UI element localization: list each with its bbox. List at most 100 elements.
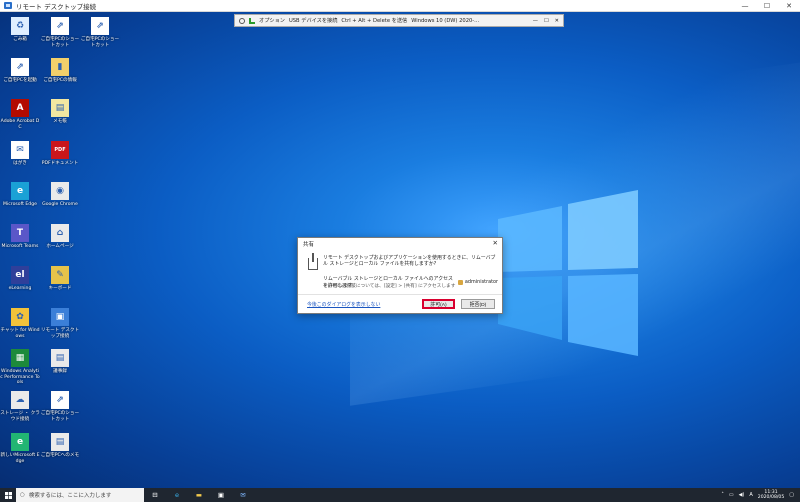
dialog-separator <box>298 294 502 295</box>
start-button[interactable] <box>0 488 16 502</box>
dialog-title: 共有 <box>303 241 315 248</box>
connection-signal-icon[interactable] <box>249 17 255 24</box>
cloud-icon: ☁ <box>11 391 29 409</box>
windows-start-icon <box>4 491 12 499</box>
dont-show-again-link[interactable]: 今後このダイアログを表示しない <box>307 301 380 308</box>
deny-button[interactable]: 拒否(D) <box>461 299 495 309</box>
desktop-icon-folder[interactable]: ▮ ご自宅PCの情報 <box>40 58 80 84</box>
desktop-icon-shortcut-b[interactable]: ⇗ ご自宅PCのショートカット <box>80 17 120 48</box>
edge-taskbar-icon[interactable]: e <box>166 488 188 502</box>
ctrl-alt-delete-button[interactable]: Ctrl + Alt + Delete を送信 <box>341 17 407 24</box>
desktop-icon-home[interactable]: ⌂ ホームページ <box>40 224 80 250</box>
rdp-minimize-button[interactable]: — <box>533 18 538 24</box>
mail-icon[interactable]: ✉ <box>232 488 254 502</box>
desktop-icon-memo[interactable]: ▤ メモ帳 <box>40 99 80 125</box>
memo-icon: ▤ <box>51 99 69 117</box>
minimize-button[interactable]: — <box>734 0 756 12</box>
options-menu[interactable]: オプション <box>259 17 285 24</box>
dialog-main-text: リモート デスクトップおよびアプリケーションを使用するときに、リムーバブル スト… <box>323 255 496 268</box>
shortcut-b-icon: ⇗ <box>91 17 109 35</box>
folder-icon: ▮ <box>51 58 69 76</box>
notification-icon[interactable]: ▢ <box>789 492 794 498</box>
desktop-icon-pc[interactable]: ▣ リモート デスクトップ接続 <box>40 308 80 339</box>
perf-icon: ▦ <box>11 349 29 367</box>
desktop-icon-label: 議事録 <box>53 369 67 374</box>
recycle-icon: ♻ <box>11 17 29 35</box>
edge-icon: e <box>11 182 29 200</box>
desktop-icon-label: ご自宅PCのショートカット <box>80 37 120 48</box>
search-icon: ○ <box>20 492 25 498</box>
desktop-icon-note[interactable]: ▤ 議事録 <box>40 349 80 375</box>
desktop-icon-doc[interactable]: ▤ ご自宅PCへのメモ <box>40 433 80 459</box>
desktop-icon-label: はがき <box>13 161 27 166</box>
pin-icon[interactable] <box>239 17 245 24</box>
desktop-icon-pdf[interactable]: PDF PDFドキュメント <box>40 141 80 167</box>
share-dialog[interactable]: 共有 ✕ リモート デスクトップおよびアプリケーションを使用するときに、リムーバ… <box>297 237 503 314</box>
desktop-icon-cloud[interactable]: ☁ ストレージ ・ クラウド接続 <box>0 391 40 422</box>
remote-desktop[interactable]: オプション USB デバイスを接続 Ctrl + Alt + Delete を送… <box>0 12 800 488</box>
desktop-icon-label: ご自宅PCのショートカット <box>40 37 80 48</box>
desktop-icon-label: Microsoft Teams <box>1 244 39 249</box>
desktop-icon-shortcut-a[interactable]: ⇗ ご自宅PCのショートカット <box>40 17 80 48</box>
taskbar-search-box[interactable]: ○ 検索するには、ここに入力します <box>16 488 144 502</box>
dialog-close-button[interactable]: ✕ <box>493 239 498 247</box>
desktop-icon-recycle[interactable]: ♻ ごみ箱 <box>0 17 40 43</box>
shortcut-a-icon: ⇗ <box>51 17 69 35</box>
desktop-icon-teams[interactable]: T Microsoft Teams <box>0 224 40 250</box>
task-view-icon[interactable]: ⊟ <box>144 488 166 502</box>
windows-logo <box>498 190 638 356</box>
desktop-icon-shortcut-c[interactable]: ⇗ ご自宅PCのショートカット <box>40 391 80 422</box>
tray-chevron-icon[interactable]: ˄ <box>721 492 724 498</box>
file-explorer-icon[interactable]: ▬ <box>188 488 210 502</box>
desktop-icon-chrome[interactable]: ◉ Google Chrome <box>40 182 80 208</box>
desktop-icon-label: リモート デスクトップ接続 <box>40 328 80 339</box>
maximize-button[interactable]: ☐ <box>756 0 778 12</box>
el-icon: el <box>11 266 29 284</box>
dialog-user-name: administrator <box>464 279 498 285</box>
usb-menu[interactable]: USB デバイスを接続 <box>289 17 337 24</box>
remote-desktop-icon <box>4 2 12 9</box>
dialog-note: その他の選択肢については、[設定] > [共有] にアクセスします <box>323 284 456 289</box>
store-icon[interactable]: ▣ <box>210 488 232 502</box>
ime-indicator[interactable]: A <box>749 492 752 498</box>
close-button[interactable]: ✕ <box>778 0 800 12</box>
desktop-icon-perf[interactable]: ▦ Windows Analytic Performance Tools <box>0 349 40 386</box>
chrome-icon: ◉ <box>51 182 69 200</box>
system-tray: ˄ ▭ ◀) A 11:31 2020/08/05 ▢ <box>721 490 800 501</box>
desktop-icon-edge[interactable]: e Microsoft Edge <box>0 182 40 208</box>
desktop-icon-el[interactable]: el eLearning <box>0 266 40 292</box>
window-title: リモート デスクトップ接続 <box>16 2 97 11</box>
taskbar-clock[interactable]: 11:31 2020/08/05 <box>758 490 784 501</box>
window-title-bar[interactable]: リモート デスクトップ接続 — ☐ ✕ <box>0 0 800 12</box>
mail-icon: ✉ <box>11 141 29 159</box>
pc-icon: ▣ <box>51 308 69 326</box>
edge2-icon: e <box>11 433 29 451</box>
desktop-icon-acrobat[interactable]: A Adobe Acrobat DC <box>0 99 40 130</box>
rdp-close-button[interactable]: ✕ <box>555 18 559 24</box>
doc-icon: ▤ <box>51 433 69 451</box>
desktop-icon-label: Microsoft Edge <box>3 202 37 207</box>
search-placeholder: 検索するには、ここに入力します <box>28 493 112 499</box>
volume-icon[interactable]: ◀) <box>739 492 745 498</box>
desktop-icon-keys[interactable]: ✎ キーボード <box>40 266 80 292</box>
desktop-icon-mail[interactable]: ✉ はがき <box>0 141 40 167</box>
desktop-icon-edge2[interactable]: e 新しいMicrosoft Edge <box>0 433 40 464</box>
rdp-connection-bar[interactable]: オプション USB デバイスを接続 Ctrl + Alt + Delete を送… <box>234 14 564 27</box>
network-icon[interactable]: ▭ <box>729 492 734 498</box>
keys-icon: ✎ <box>51 266 69 284</box>
note-icon: ▤ <box>51 349 69 367</box>
shortcut-c-icon: ⇗ <box>51 391 69 409</box>
desktop-icon-label: ご自宅PCへのメモ <box>40 453 80 458</box>
clock-date: 2020/08/05 <box>757 495 785 500</box>
desktop-icon-label: Adobe Acrobat DC <box>0 119 40 130</box>
allow-button[interactable]: 許可(A) <box>422 299 455 309</box>
desktop-icon-label: ご自宅PCを起動 <box>3 78 37 83</box>
rdp-restore-button[interactable]: ☐ <box>544 18 549 24</box>
desktop-icon-label: チャット for Windows <box>0 328 40 339</box>
desktop-icon-chat[interactable]: ✿ チャット for Windows <box>0 308 40 339</box>
desktop-icon-label: キーボード <box>48 286 72 291</box>
acrobat-icon: A <box>11 99 29 117</box>
remote-icon: ⇗ <box>11 58 29 76</box>
desktop-icon-label: ストレージ ・ クラウド接続 <box>0 411 40 422</box>
desktop-icon-remote[interactable]: ⇗ ご自宅PCを起動 <box>0 58 40 84</box>
